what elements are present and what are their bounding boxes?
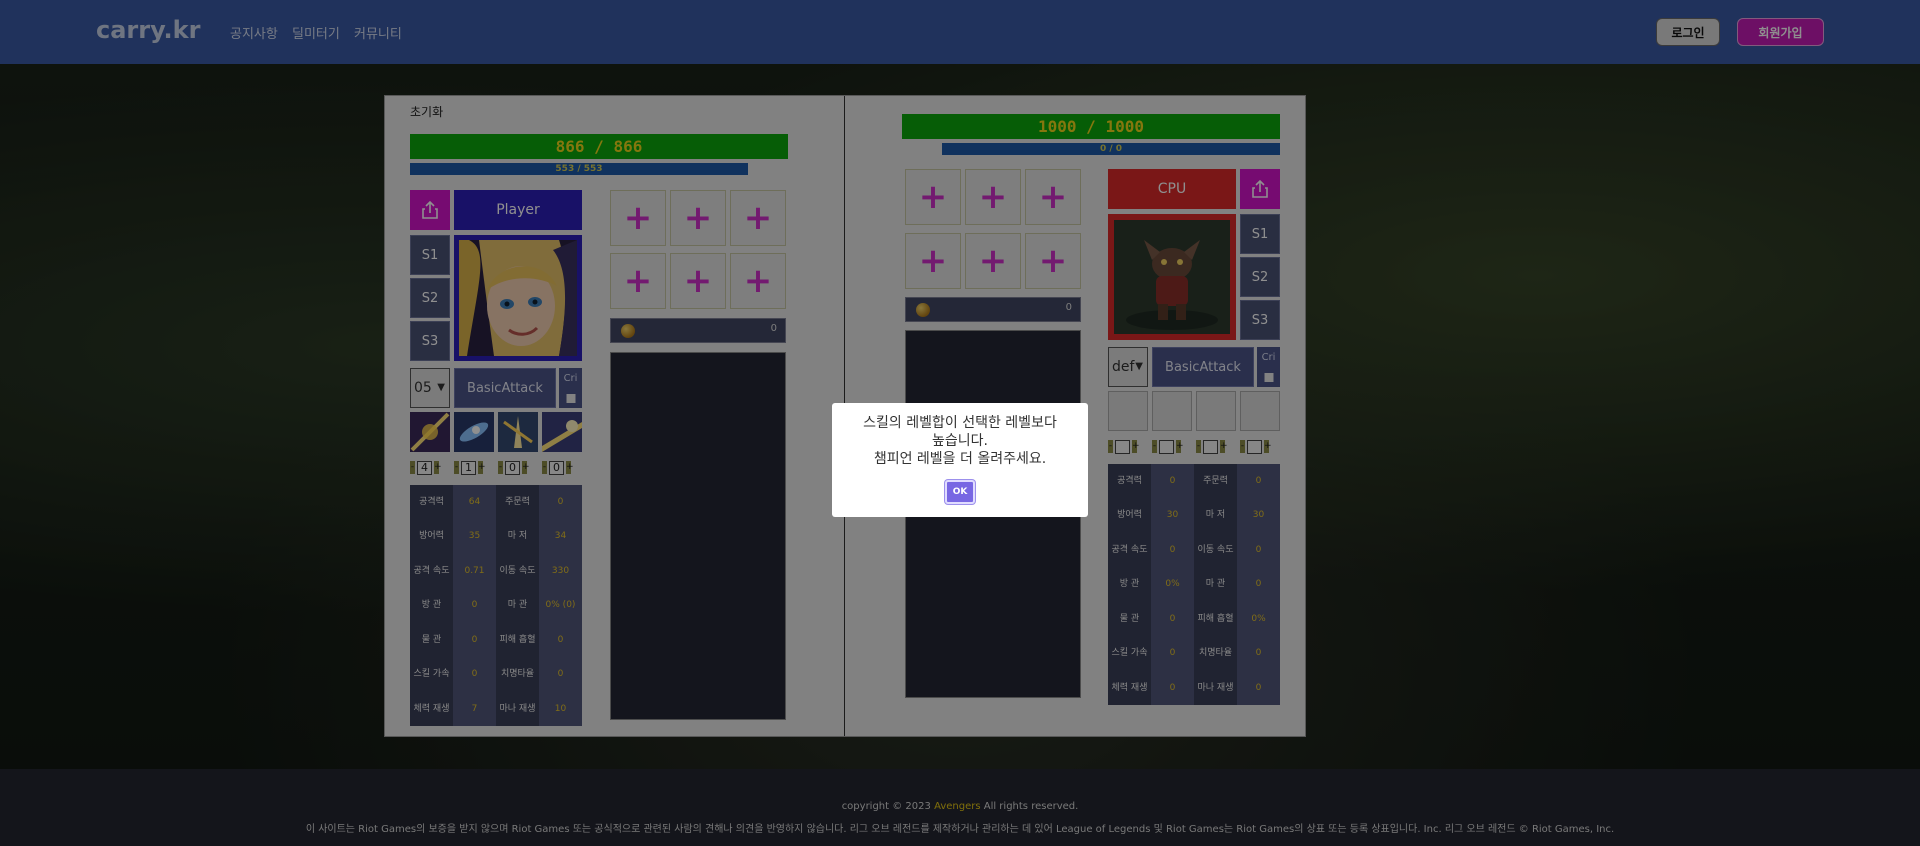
ok-button[interactable]: OK [945, 480, 975, 504]
alert-dialog: 스킬의 레벨합이 선택한 레벨보다 높습니다. 챔피언 레벨을 더 올려주세요.… [832, 403, 1088, 517]
alert-message: 스킬의 레벨합이 선택한 레벨보다 높습니다. 챔피언 레벨을 더 올려주세요. [863, 415, 1057, 467]
